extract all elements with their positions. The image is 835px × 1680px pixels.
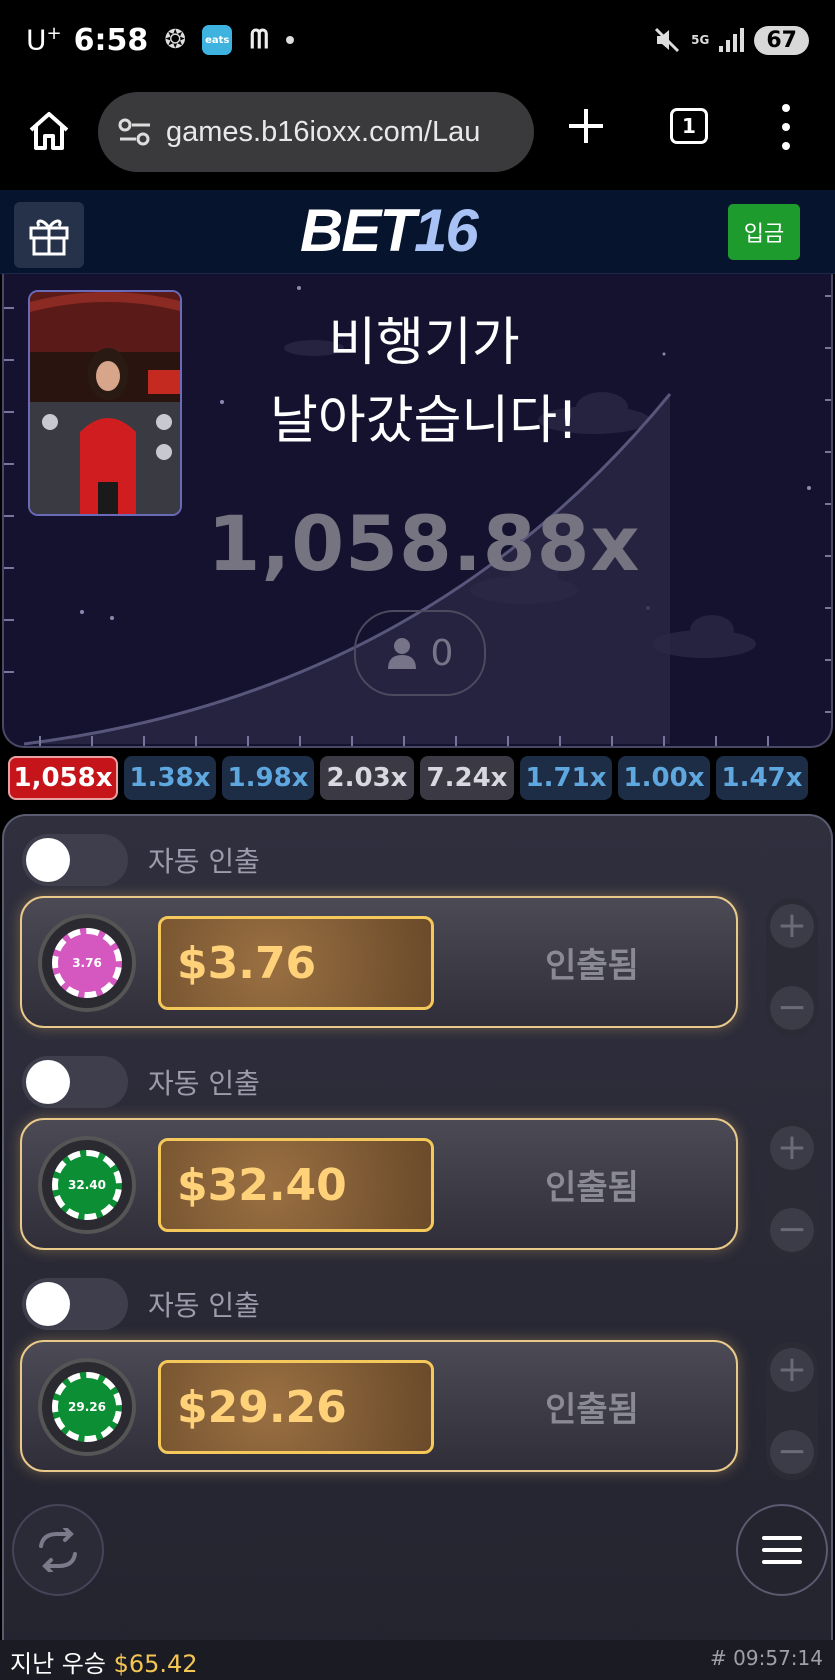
hamburger-icon — [762, 1536, 802, 1564]
tab-count: 1 — [682, 114, 696, 138]
last-win-label: 지난 우승 — [10, 1650, 106, 1678]
chip-value: 3.76 — [52, 928, 122, 998]
increase-bet-button[interactable]: + — [770, 1126, 814, 1170]
network-type: 5G — [691, 33, 710, 47]
decrease-bet-button[interactable]: − — [770, 1208, 814, 1252]
auto-cashout-row: 자동 인출 — [22, 832, 260, 888]
decrease-bet-button[interactable]: − — [770, 1430, 814, 1474]
multiplier-history[interactable]: 1,058x 1.38x 1.98x 2.03x 7.24x 1.71x 1.0… — [0, 756, 835, 806]
home-button[interactable] — [26, 108, 72, 154]
new-tab-button[interactable] — [566, 106, 606, 146]
last-win: 지난 우승 $65.42 — [10, 1644, 198, 1679]
brand-logo[interactable]: BET16 — [300, 196, 540, 266]
flew-away-line2: 날아갔습니다! — [270, 391, 578, 451]
history-item[interactable]: 1.98x — [222, 756, 314, 800]
bet-amount[interactable]: $29.26 — [158, 1360, 434, 1454]
auto-cashout-toggle[interactable] — [22, 1056, 128, 1108]
bet-amount[interactable]: $3.76 — [158, 916, 434, 1010]
battery-level: 67 — [754, 25, 809, 55]
deposit-button[interactable]: 입금 — [728, 204, 800, 260]
auto-cashout-toggle[interactable] — [22, 834, 128, 886]
eats-app-icon: eats — [202, 25, 233, 55]
chip-value: 32.40 — [52, 1150, 122, 1220]
site-settings-icon[interactable] — [118, 117, 152, 147]
auto-cashout-label: 자동 인출 — [148, 1067, 260, 1100]
round-time: # 09:57:14 — [710, 1646, 823, 1670]
bet-card: 29.26 $29.26 인출됨 — [20, 1340, 738, 1472]
flew-away-message: 비행기가 날아갔습니다! — [204, 304, 644, 460]
chip-icon[interactable]: 29.26 — [38, 1358, 136, 1456]
plus-icon — [569, 109, 603, 143]
bet-stepper: + − — [766, 1120, 818, 1258]
mute-icon — [655, 27, 680, 53]
auto-cashout-row: 자동 인출 — [22, 1276, 260, 1332]
history-item[interactable]: 2.03x — [320, 756, 414, 800]
status-left: U+ 6:58 ❂ eats ᗰ — [26, 18, 295, 62]
home-icon — [29, 112, 69, 150]
browser-toolbar: games.b16ioxx.com/Lau 1 — [0, 82, 835, 190]
clock: 6:58 — [73, 22, 149, 58]
chip-icon[interactable]: 32.40 — [38, 1136, 136, 1234]
cashed-out-status: 인출됨 — [545, 1168, 639, 1208]
chip-value: 29.26 — [52, 1372, 122, 1442]
status-bar: U+ 6:58 ❂ eats ᗰ 5G 67 — [0, 0, 835, 82]
increase-bet-button[interactable]: + — [770, 904, 814, 948]
player-count: 0 — [430, 632, 454, 674]
history-item[interactable]: 1,058x — [8, 756, 118, 800]
history-item[interactable]: 1.38x — [124, 756, 216, 800]
tabs-button[interactable]: 1 — [670, 108, 708, 144]
address-bar[interactable]: games.b16ioxx.com/Lau — [98, 92, 534, 172]
more-vert-icon[interactable] — [776, 104, 796, 150]
bet-stepper: + − — [766, 898, 818, 1036]
bet-amount[interactable]: $32.40 — [158, 1138, 434, 1232]
status-right: 5G 67 — [653, 20, 809, 60]
footer-bar: 지난 우승 $65.42 # 09:57:14 — [0, 1640, 835, 1680]
decrease-bet-button[interactable]: − — [770, 986, 814, 1030]
refresh-button[interactable] — [12, 1504, 104, 1596]
auto-cashout-row: 자동 인출 — [22, 1054, 260, 1110]
history-item[interactable]: 1.71x — [520, 756, 612, 800]
gift-icon — [29, 219, 69, 256]
game-canvas: 비행기가 날아갔습니다! 1,058.88x 0 — [2, 274, 833, 748]
m-app-icon: ᗰ — [249, 24, 269, 55]
menu-button[interactable] — [736, 1504, 828, 1596]
app-notification-icon: ❂ — [164, 25, 187, 55]
auto-cashout-toggle[interactable] — [22, 1278, 128, 1330]
last-win-amount: $65.42 — [113, 1650, 198, 1678]
bet-card: 3.76 $3.76 인출됨 — [20, 896, 738, 1028]
auto-cashout-label: 자동 인출 — [148, 845, 260, 878]
flew-away-line1: 비행기가 — [328, 313, 520, 373]
user-icon — [387, 638, 416, 669]
site-header: BET16 입금 — [0, 190, 835, 274]
refresh-icon — [39, 1528, 77, 1572]
bet-card: 32.40 $32.40 인출됨 — [20, 1118, 738, 1250]
cashed-out-status: 인출됨 — [545, 1390, 639, 1430]
history-item[interactable]: 7.24x — [420, 756, 514, 800]
increase-bet-button[interactable]: + — [770, 1348, 814, 1392]
url-text: games.b16ioxx.com/Lau — [166, 115, 481, 148]
crash-multiplier: 1,058.88x — [207, 499, 641, 588]
player-count-badge: 0 — [354, 610, 486, 696]
history-item[interactable]: 1.00x — [618, 756, 710, 800]
history-item[interactable]: 1.47x — [716, 756, 808, 800]
gift-button[interactable] — [14, 202, 84, 268]
bet-stepper: + − — [766, 1342, 818, 1480]
notification-dot-icon — [286, 36, 295, 44]
bet-panel: 자동 인출 3.76 $3.76 인출됨 + − 자동 인출 32.40 $32… — [2, 814, 833, 1680]
live-dealer-video[interactable] — [28, 290, 182, 516]
dealer-image — [30, 292, 180, 514]
cashed-out-status: 인출됨 — [545, 946, 639, 986]
auto-cashout-label: 자동 인출 — [148, 1289, 260, 1322]
carrier: U+ — [26, 23, 62, 57]
chip-icon[interactable]: 3.76 — [38, 914, 136, 1012]
signal-icon — [719, 28, 745, 52]
